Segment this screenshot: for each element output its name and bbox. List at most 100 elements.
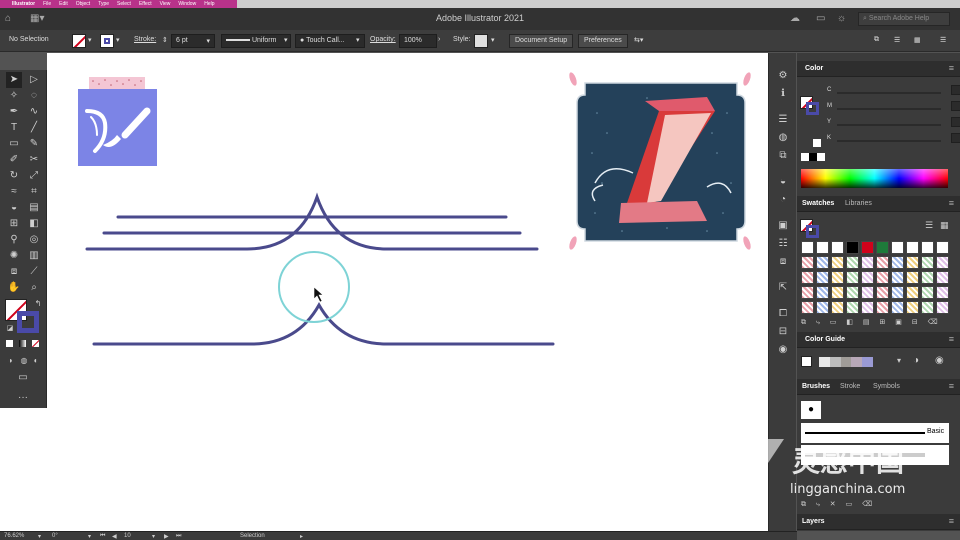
swatch-cell[interactable] <box>906 256 919 269</box>
direct-selection-tool-icon[interactable]: ▷ <box>26 72 42 88</box>
tab-swatches[interactable]: Swatches <box>802 200 834 207</box>
swatch-cell[interactable] <box>831 301 844 314</box>
panel-menu-icon[interactable]: ≡ <box>949 198 954 208</box>
profile-dropdown-icon[interactable]: ▾ <box>284 36 288 44</box>
swatch-cell[interactable] <box>816 301 829 314</box>
curvature-tool-icon[interactable]: ∿ <box>26 104 42 120</box>
paintbrush-tool-icon[interactable]: ✎ <box>26 136 42 152</box>
artboard-tool-icon[interactable]: ⧈ <box>6 264 22 280</box>
swatch-cell[interactable] <box>801 301 814 314</box>
swatch-cell[interactable] <box>906 301 919 314</box>
swatch-cell[interactable] <box>831 286 844 299</box>
swatch-cell[interactable] <box>861 286 874 299</box>
none-mode-icon[interactable] <box>32 340 39 347</box>
color-mode-icon[interactable] <box>6 340 13 347</box>
properties-icon[interactable]: ☰ <box>776 113 790 127</box>
swatch-cell[interactable] <box>846 241 859 254</box>
gradient-mode-icon[interactable] <box>19 340 26 347</box>
last-artboard-icon[interactable]: ⏭ <box>176 533 181 540</box>
menu-view[interactable]: View <box>160 1 171 7</box>
fill-swatch[interactable] <box>72 34 86 48</box>
tab-symbols[interactable]: Symbols <box>873 383 900 390</box>
slice-tool-icon[interactable]: ⟋ <box>26 264 42 280</box>
color-wheel-icon[interactable]: ◑ <box>913 355 919 366</box>
swatch-cell[interactable] <box>876 241 889 254</box>
color-panel-icon[interactable]: ◉ <box>776 343 790 357</box>
swatch-cell[interactable] <box>816 286 829 299</box>
swatch-grid[interactable] <box>801 241 949 314</box>
swatch-cell[interactable] <box>936 271 949 284</box>
swatch-cell[interactable] <box>861 271 874 284</box>
swatch-cell[interactable] <box>921 286 934 299</box>
menu-app-name[interactable]: Illustrator <box>12 1 35 7</box>
menu-select[interactable]: Select <box>117 1 131 7</box>
swatch-cell[interactable] <box>906 271 919 284</box>
links-icon[interactable]: ⧈ <box>776 255 790 269</box>
swatch-cell[interactable] <box>936 286 949 299</box>
control-menu-icon[interactable]: ☰ <box>940 36 946 44</box>
scissors-tool-icon[interactable]: ✂ <box>26 152 42 168</box>
default-colors-icon[interactable]: ◪ <box>2 321 18 337</box>
zoom-dropdown-icon[interactable]: ▾ <box>38 533 41 540</box>
brush-definition-select[interactable]: ● Touch Call... <box>295 34 365 48</box>
edit-toolbar-icon[interactable]: ··· <box>15 390 31 406</box>
variable-width-profile-select[interactable]: Uniform <box>221 34 291 48</box>
appearance-icon[interactable]: ◍ <box>776 131 790 145</box>
swatch-cell[interactable] <box>891 286 904 299</box>
hand-tool-icon[interactable]: ✋ <box>6 280 22 296</box>
swatch-cell[interactable] <box>876 256 889 269</box>
transparency-icon[interactable]: ◒ <box>776 175 790 189</box>
warp-tool-icon[interactable]: ≈ <box>6 184 22 200</box>
swatch-cell[interactable] <box>816 256 829 269</box>
tab-libraries[interactable]: Libraries <box>845 200 872 207</box>
list-view-icon[interactable]: ☰ <box>925 220 933 231</box>
stroke-label[interactable]: Stroke: <box>134 36 156 43</box>
opacity-dropdown-icon[interactable]: › <box>438 36 440 43</box>
swatch-cell[interactable] <box>921 241 934 254</box>
tab-brushes[interactable]: Brushes <box>802 383 830 390</box>
stroke-weight-input[interactable]: 6 pt ▾ <box>171 34 215 48</box>
opacity-input[interactable]: 100% <box>399 34 437 48</box>
perspective-grid-tool-icon[interactable]: ▤ <box>26 200 42 216</box>
scale-tool-icon[interactable]: ⤢ <box>26 168 42 184</box>
panel-menu-icon[interactable]: ≡ <box>949 381 954 391</box>
graphic-styles-icon[interactable]: ⧉ <box>776 149 790 163</box>
lightbulb-icon[interactable]: ☼ <box>837 13 846 25</box>
swatch-cell[interactable] <box>846 271 859 284</box>
swatch-cell[interactable] <box>921 301 934 314</box>
slider-track[interactable] <box>837 140 941 142</box>
pathfinder-icon[interactable]: ⧠ <box>776 307 790 321</box>
rotate-tool-icon[interactable]: ↻ <box>6 168 22 184</box>
style-dropdown-icon[interactable]: ▾ <box>491 36 495 44</box>
swatch-cell[interactable] <box>936 301 949 314</box>
align-panel-icon[interactable]: ⊟ <box>776 325 790 339</box>
document-setup-button[interactable]: Document Setup <box>509 34 574 48</box>
gradient-panel-icon[interactable]: ◔ <box>776 193 790 207</box>
swatch-cell[interactable] <box>801 286 814 299</box>
swatch-cell[interactable] <box>876 301 889 314</box>
align-icon[interactable]: ☰ <box>894 36 900 44</box>
artboard-number[interactable]: 10 <box>124 533 131 539</box>
line-tool-icon[interactable]: ╱ <box>26 120 42 136</box>
panel-menu-icon[interactable]: ≡ <box>949 63 954 73</box>
shape-builder-tool-icon[interactable]: ◒ <box>6 200 22 216</box>
swatch-cell[interactable] <box>876 286 889 299</box>
swatch-cell[interactable] <box>816 241 829 254</box>
swap-fill-stroke-icon[interactable]: ↰ <box>30 296 46 312</box>
black-swatch[interactable] <box>809 153 817 161</box>
swatch-cell[interactable] <box>801 271 814 284</box>
screen-mode-icon[interactable]: ▭ <box>15 370 31 386</box>
stroke-dropdown-icon[interactable]: ▾ <box>116 36 120 44</box>
harmony-rule-bar[interactable] <box>819 357 873 367</box>
preferences-button[interactable]: Preferences <box>578 34 628 48</box>
swatch-cell[interactable] <box>936 256 949 269</box>
magic-wand-tool-icon[interactable]: ✧ <box>6 88 22 104</box>
opacity-label[interactable]: Opacity: <box>370 36 396 43</box>
letter-z-illustration[interactable] <box>568 71 752 250</box>
base-color-swatch[interactable] <box>801 356 812 367</box>
menu-edit[interactable]: Edit <box>59 1 68 7</box>
draw-behind-icon[interactable]: ◐ <box>28 353 44 369</box>
channel-c-input[interactable] <box>951 85 960 95</box>
menu-type[interactable]: Type <box>98 1 109 7</box>
stroke-stepper-icon[interactable]: ⇕ <box>162 36 168 44</box>
